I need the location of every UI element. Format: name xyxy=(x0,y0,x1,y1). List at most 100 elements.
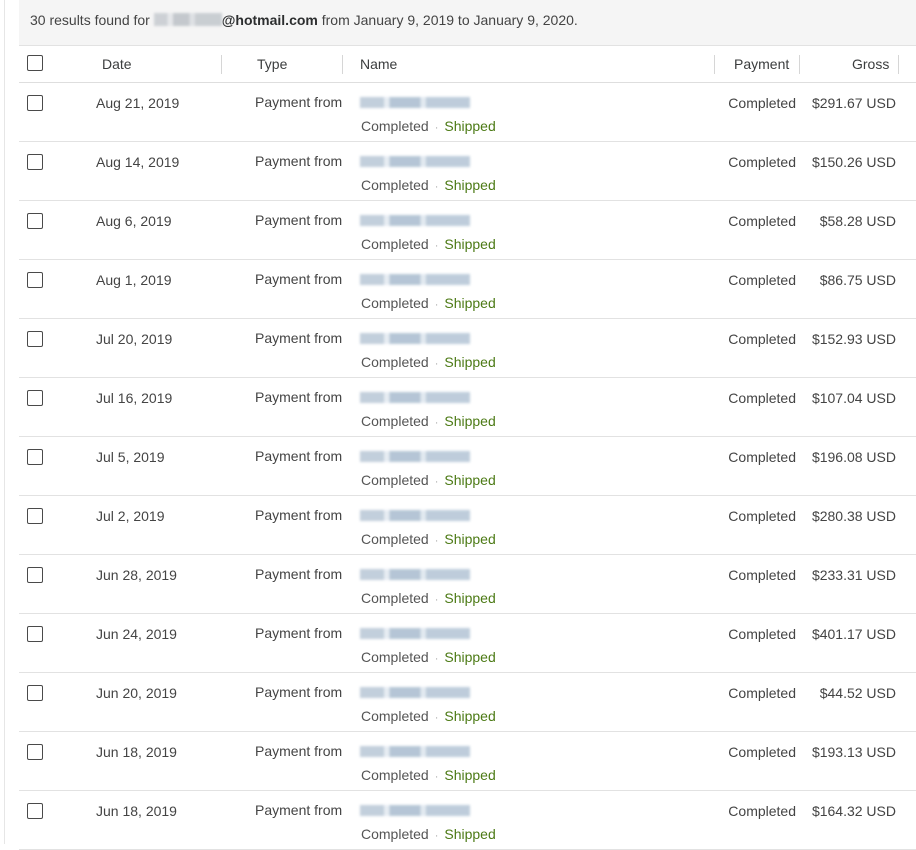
redacted-name-link[interactable] xyxy=(360,687,470,698)
payment-status: Completed xyxy=(728,390,796,406)
separator-dot: · xyxy=(434,830,439,842)
transaction-date: Aug 6, 2019 xyxy=(96,213,172,229)
transaction-row[interactable]: Jul 16, 2019 Payment from Completed · Shippe… xyxy=(19,378,916,437)
status-line: Completed · Shipped xyxy=(361,236,496,252)
shipping-status: Shipped xyxy=(444,649,496,665)
transaction-status: Completed xyxy=(361,413,429,429)
shipping-status: Shipped xyxy=(444,118,496,134)
separator-dot: · xyxy=(434,181,439,193)
column-header-payment[interactable]: Payment xyxy=(734,46,789,82)
row-checkbox[interactable] xyxy=(27,685,43,701)
column-divider xyxy=(799,55,800,74)
shipping-status: Shipped xyxy=(444,826,496,842)
transaction-row[interactable]: Jul 5, 2019 Payment from Completed · Shipped… xyxy=(19,437,916,496)
column-header-type[interactable]: Type xyxy=(257,46,287,82)
column-header-date[interactable]: Date xyxy=(102,46,132,82)
row-checkbox[interactable] xyxy=(27,508,43,524)
transaction-date: Jun 18, 2019 xyxy=(96,803,177,819)
gross-amount: $280.38 USD xyxy=(811,508,896,524)
redacted-name-link[interactable] xyxy=(360,451,470,462)
transaction-row[interactable]: Jun 20, 2019 Payment from Completed · Shippe… xyxy=(19,673,916,732)
transaction-type: Payment from xyxy=(255,212,343,228)
column-divider xyxy=(898,55,899,74)
row-checkbox[interactable] xyxy=(27,390,43,406)
transaction-date: Aug 14, 2019 xyxy=(96,154,180,170)
row-checkbox[interactable] xyxy=(27,95,43,111)
redacted-name-link[interactable] xyxy=(360,392,470,403)
row-checkbox[interactable] xyxy=(27,272,43,288)
column-header-name[interactable]: Name xyxy=(360,46,397,82)
column-header-gross[interactable]: Gross xyxy=(852,46,889,82)
redacted-name-link[interactable] xyxy=(360,510,470,521)
row-checkbox[interactable] xyxy=(27,626,43,642)
redacted-name-link[interactable] xyxy=(360,746,470,757)
transaction-status: Completed xyxy=(361,826,429,842)
row-checkbox[interactable] xyxy=(27,331,43,347)
payment-status: Completed xyxy=(728,331,796,347)
redacted-name-link[interactable] xyxy=(360,805,470,816)
redacted-name-link[interactable] xyxy=(360,333,470,344)
gross-amount: $152.93 USD xyxy=(811,331,896,347)
row-checkbox[interactable] xyxy=(27,744,43,760)
transaction-date: Jun 20, 2019 xyxy=(96,685,177,701)
redacted-email xyxy=(153,13,222,26)
status-line: Completed · Shipped xyxy=(361,708,496,724)
transaction-row[interactable]: Jun 18, 2019 Payment from Completed · Shippe… xyxy=(19,791,916,850)
redacted-name-link[interactable] xyxy=(360,628,470,639)
transaction-type: Payment from xyxy=(255,625,343,641)
row-checkbox[interactable] xyxy=(27,154,43,170)
transaction-date: Aug 1, 2019 xyxy=(96,272,172,288)
select-all-checkbox[interactable] xyxy=(27,55,43,71)
status-line: Completed · Shipped xyxy=(361,472,496,488)
transaction-type: Payment from xyxy=(255,566,343,582)
transaction-row[interactable]: Aug 1, 2019 Payment from Completed · Shipped… xyxy=(19,260,916,319)
transaction-type: Payment from xyxy=(255,94,343,110)
row-checkbox[interactable] xyxy=(27,449,43,465)
transactions-list: Aug 21, 2019 Payment from Completed · Shippe… xyxy=(19,83,916,850)
transaction-status: Completed xyxy=(361,295,429,311)
left-border xyxy=(4,0,5,844)
transaction-row[interactable]: Jun 24, 2019 Payment from Completed · Shippe… xyxy=(19,614,916,673)
redacted-name-link[interactable] xyxy=(360,274,470,285)
column-divider xyxy=(221,55,222,74)
payment-status: Completed xyxy=(728,449,796,465)
redacted-name-link[interactable] xyxy=(360,215,470,226)
transaction-row[interactable]: Jul 2, 2019 Payment from Completed · Shipped… xyxy=(19,496,916,555)
separator-dot: · xyxy=(434,122,439,134)
separator-dot: · xyxy=(434,240,439,252)
row-checkbox[interactable] xyxy=(27,567,43,583)
separator-dot: · xyxy=(434,535,439,547)
transaction-type: Payment from xyxy=(255,153,343,169)
payment-status: Completed xyxy=(728,213,796,229)
transaction-status: Completed xyxy=(361,177,429,193)
redacted-name-link[interactable] xyxy=(360,569,470,580)
transaction-status: Completed xyxy=(361,472,429,488)
transaction-row[interactable]: Aug 6, 2019 Payment from Completed · Shipped… xyxy=(19,201,916,260)
transaction-row[interactable]: Jun 18, 2019 Payment from Completed · Shippe… xyxy=(19,732,916,791)
status-line: Completed · Shipped xyxy=(361,590,496,606)
gross-amount: $233.31 USD xyxy=(811,567,896,583)
transaction-row[interactable]: Aug 14, 2019 Payment from Completed · Shippe… xyxy=(19,142,916,201)
shipping-status: Shipped xyxy=(444,236,496,252)
status-line: Completed · Shipped xyxy=(361,413,496,429)
redacted-name-link[interactable] xyxy=(360,97,470,108)
status-line: Completed · Shipped xyxy=(361,118,496,134)
transaction-row[interactable]: Jul 20, 2019 Payment from Completed · Shippe… xyxy=(19,319,916,378)
gross-amount: $107.04 USD xyxy=(811,390,896,406)
transaction-type: Payment from xyxy=(255,684,343,700)
payment-status: Completed xyxy=(728,154,796,170)
transaction-row[interactable]: Jun 28, 2019 Payment from Completed · Shippe… xyxy=(19,555,916,614)
transaction-status: Completed xyxy=(361,531,429,547)
shipping-status: Shipped xyxy=(444,177,496,193)
gross-amount: $150.26 USD xyxy=(811,154,896,170)
row-checkbox[interactable] xyxy=(27,213,43,229)
transaction-row[interactable]: Aug 21, 2019 Payment from Completed · Shippe… xyxy=(19,83,916,142)
row-checkbox[interactable] xyxy=(27,803,43,819)
transaction-status: Completed xyxy=(361,590,429,606)
gross-amount: $291.67 USD xyxy=(811,95,896,111)
shipping-status: Shipped xyxy=(444,472,496,488)
transaction-type: Payment from xyxy=(255,271,343,287)
status-line: Completed · Shipped xyxy=(361,295,496,311)
redacted-name-link[interactable] xyxy=(360,156,470,167)
results-summary: 30 results found for @hotmail.com from J… xyxy=(19,0,916,46)
